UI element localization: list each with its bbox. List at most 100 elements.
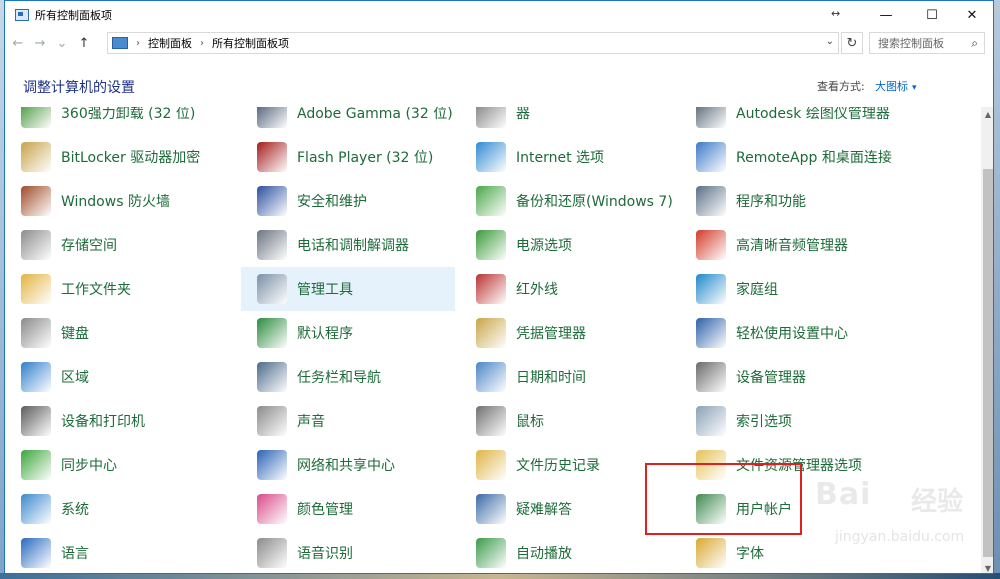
- control-panel-item[interactable]: 声音: [241, 399, 455, 443]
- autoplay-icon: [476, 538, 506, 568]
- breadcrumb-separator[interactable]: ›: [200, 38, 204, 49]
- control-panel-item-label: 存储空间: [61, 238, 117, 254]
- control-panel-item[interactable]: Autodesk 绘图仪管理器: [680, 107, 894, 135]
- control-panel-item-label: 凭据管理器: [516, 326, 586, 342]
- font-icon: [696, 538, 726, 568]
- control-panel-item[interactable]: 备份和还原(Windows 7): [460, 179, 674, 223]
- control-panel-item[interactable]: 器: [460, 107, 674, 135]
- control-panel-item[interactable]: 键盘: [5, 311, 219, 355]
- credential-icon: [476, 318, 506, 348]
- system-icon: [21, 494, 51, 524]
- chevron-down-icon[interactable]: ▾: [912, 83, 917, 93]
- control-panel-item-label: 安全和维护: [297, 194, 367, 210]
- control-panel-item[interactable]: 家庭组: [680, 267, 894, 311]
- up-button[interactable]: ↑: [75, 34, 93, 52]
- remote-icon: [696, 142, 726, 172]
- control-panel-item[interactable]: 文件历史记录: [460, 443, 674, 487]
- control-panel-item-label: 系统: [61, 502, 89, 518]
- view-by-value[interactable]: 大图标: [875, 80, 908, 93]
- recent-locations-button[interactable]: ⌄: [53, 34, 71, 52]
- refresh-button[interactable]: ↻: [841, 32, 863, 54]
- control-panel-item[interactable]: 任务栏和导航: [241, 355, 455, 399]
- sync-icon: [21, 450, 51, 480]
- control-panel-item[interactable]: 凭据管理器: [460, 311, 674, 355]
- file-history-icon: [476, 450, 506, 480]
- minimize-button[interactable]: —: [863, 1, 909, 29]
- control-panel-item[interactable]: 颜色管理: [241, 487, 455, 531]
- breadcrumb-control-panel[interactable]: 控制面板: [148, 35, 192, 51]
- control-panel-item[interactable]: 安全和维护: [241, 179, 455, 223]
- control-panel-item[interactable]: Internet 选项: [460, 135, 674, 179]
- title-bar[interactable]: 所有控制面板项 ↔ — ☐ ✕: [5, 1, 993, 29]
- control-panel-app-icon[interactable]: [15, 9, 29, 21]
- control-panel-item[interactable]: Windows 防火墙: [5, 179, 219, 223]
- control-panel-item[interactable]: Adobe Gamma (32 位): [241, 107, 455, 135]
- back-button[interactable]: ←: [9, 34, 27, 52]
- address-dropdown-icon[interactable]: ⌄: [826, 36, 834, 47]
- uninstall-icon: [21, 107, 51, 128]
- flag-icon: [257, 186, 287, 216]
- control-panel-item[interactable]: 程序和功能: [680, 179, 894, 223]
- control-panel-item-label: 语音识别: [297, 546, 353, 562]
- control-panel-item[interactable]: 区域: [5, 355, 219, 399]
- control-panel-item[interactable]: 疑难解答: [460, 487, 674, 531]
- control-panel-item-label: 设备和打印机: [61, 414, 145, 430]
- control-panel-window: 所有控制面板项 ↔ — ☐ ✕ ← → ⌄ ↑ › 控制面板 › 所有控制面板项…: [4, 0, 994, 574]
- control-panel-item[interactable]: 电话和调制解调器: [241, 223, 455, 267]
- control-panel-item[interactable]: 存储空间: [5, 223, 219, 267]
- control-panel-item[interactable]: 设备和打印机: [5, 399, 219, 443]
- baidu-jingyan-watermark: Bai 经验 jingyan.baidu.com: [815, 477, 993, 567]
- control-panel-item-label: 备份和还原(Windows 7): [516, 194, 673, 210]
- control-panel-item-label: 红外线: [516, 282, 558, 298]
- control-panel-item-label: 日期和时间: [516, 370, 586, 386]
- control-panel-item[interactable]: RemoteApp 和桌面连接: [680, 135, 894, 179]
- control-panel-item[interactable]: 红外线: [460, 267, 674, 311]
- control-panel-item[interactable]: Flash Player (32 位): [241, 135, 455, 179]
- calendar-icon: [476, 362, 506, 392]
- scroll-up-button[interactable]: ▲: [981, 107, 993, 121]
- control-panel-item-label: Adobe Gamma (32 位): [297, 107, 453, 122]
- control-panel-item-label: 默认程序: [297, 326, 353, 342]
- control-panel-item[interactable]: 管理工具: [241, 267, 455, 311]
- default-programs-icon: [257, 318, 287, 348]
- control-panel-item[interactable]: 默认程序: [241, 311, 455, 355]
- window-title: 所有控制面板项: [35, 9, 112, 22]
- control-panel-item[interactable]: 工作文件夹: [5, 267, 219, 311]
- audio-icon: [696, 230, 726, 260]
- control-panel-item[interactable]: 同步中心: [5, 443, 219, 487]
- programs-icon: [696, 186, 726, 216]
- forward-button[interactable]: →: [31, 34, 49, 52]
- control-panel-item[interactable]: 语言: [5, 531, 219, 573]
- control-panel-item[interactable]: 360强力卸载 (32 位): [5, 107, 219, 135]
- storage-icon: [21, 230, 51, 260]
- control-panel-item-label: Autodesk 绘图仪管理器: [736, 107, 890, 122]
- control-panel-item[interactable]: 电源选项: [460, 223, 674, 267]
- control-panel-item-label: 语言: [61, 546, 89, 562]
- resize-arrows-icon: ↔: [831, 7, 841, 20]
- control-panel-item-label: 360强力卸载 (32 位): [61, 107, 196, 122]
- watermark-logo: Bai: [815, 477, 872, 512]
- search-input[interactable]: 搜索控制面板 ⌕: [869, 32, 985, 54]
- control-panel-item-label: 自动播放: [516, 546, 572, 562]
- control-panel-item[interactable]: 索引选项: [680, 399, 894, 443]
- control-panel-item[interactable]: 系统: [5, 487, 219, 531]
- control-panel-item[interactable]: 日期和时间: [460, 355, 674, 399]
- view-by-dropdown[interactable]: 大图标 ▾: [875, 78, 917, 94]
- mouse-icon: [476, 406, 506, 436]
- search-icon[interactable]: ⌕: [971, 36, 978, 51]
- control-panel-item[interactable]: 高清晰音频管理器: [680, 223, 894, 267]
- close-button[interactable]: ✕: [949, 1, 993, 29]
- control-panel-item-label: 器: [516, 107, 530, 122]
- control-panel-item[interactable]: BitLocker 驱动器加密: [5, 135, 219, 179]
- control-panel-item[interactable]: 轻松使用设置中心: [680, 311, 894, 355]
- breadcrumb-separator[interactable]: ›: [136, 38, 140, 49]
- control-panel-item[interactable]: 鼠标: [460, 399, 674, 443]
- control-panel-item[interactable]: 自动播放: [460, 531, 674, 573]
- control-panel-item[interactable]: 语音识别: [241, 531, 455, 573]
- address-bar[interactable]: › 控制面板 › 所有控制面板项 ⌄: [107, 32, 839, 54]
- network-icon: [257, 450, 287, 480]
- control-panel-item-label: 任务栏和导航: [297, 370, 381, 386]
- control-panel-item[interactable]: 网络和共享中心: [241, 443, 455, 487]
- breadcrumb-all-items[interactable]: 所有控制面板项: [212, 35, 289, 51]
- control-panel-item[interactable]: 设备管理器: [680, 355, 894, 399]
